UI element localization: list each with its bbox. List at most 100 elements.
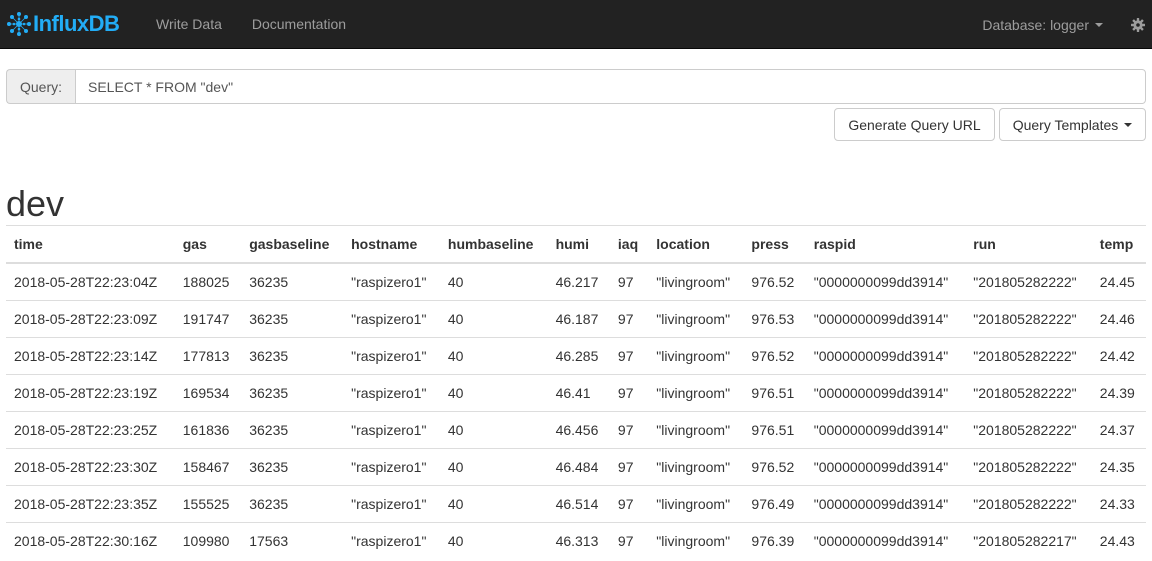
brand-logo[interactable]: InfluxDB [6, 11, 142, 37]
table-cell-iaq: 97 [609, 337, 649, 375]
generate-query-url-label: Generate Query URL [848, 116, 981, 133]
table-cell-temp: 24.45 [1099, 273, 1135, 290]
caret-down-icon [1095, 22, 1103, 27]
table-cell-raspid: "0000000099dd3914" [805, 522, 966, 560]
table-cell-temp: 24.46 [1091, 300, 1146, 338]
table-cell-gas: 158467 [174, 448, 242, 486]
settings-button[interactable] [1131, 17, 1145, 32]
table-cell-time: 2018-05-28T22:30:16Z [6, 522, 175, 560]
table-cell-raspid: "0000000099dd3914" [805, 337, 966, 375]
table-cell-location: "livingroom" [648, 448, 744, 486]
query-templates-label: Query Templates [1012, 116, 1119, 133]
column-header-temp: temp [1091, 225, 1146, 264]
table-cell-gasbaseline: 36235 [241, 411, 344, 449]
table-cell-humi: 46.456 [547, 411, 610, 449]
table-cell-humbaseline: 40 [439, 374, 548, 412]
table-cell-raspid: "0000000099dd3914" [805, 300, 966, 338]
column-header-gasbaseline: gasbaseline [241, 225, 344, 264]
table-cell-iaq: 97 [609, 300, 649, 338]
column-header-humbaseline: humbaseline [439, 225, 548, 264]
brand-name: InfluxDB [33, 11, 120, 37]
caret-down-icon [1124, 122, 1133, 127]
table-row: 2018-05-28T22:23:19Z 169534 36235 "raspizer… [6, 374, 1146, 412]
table-cell-gasbaseline: 36235 [241, 337, 344, 375]
table-cell-run: "201805282222" [965, 411, 1092, 449]
table-cell-run: "201805282222" [973, 273, 1077, 290]
series-title: dev [6, 183, 65, 224]
table-cell-gasbaseline: 36235 [241, 485, 344, 523]
table-cell-gas: 169534 [174, 374, 242, 412]
column-header-time: time [6, 225, 175, 264]
column-header-run: run [965, 225, 1092, 264]
brand-name-part2: DB [88, 11, 120, 36]
column-header-press: press [743, 225, 806, 264]
column-header-gas: gas [174, 225, 242, 264]
table-row: 2018-05-28T22:23:35Z 155525 36235 "raspizer… [6, 485, 1146, 523]
table-cell-time: 2018-05-28T22:23:19Z [6, 374, 175, 412]
query-templates-button[interactable]: Query Templates [999, 108, 1146, 141]
generate-query-url-button[interactable]: Generate Query URL [834, 108, 995, 141]
table-cell-raspid: "0000000099dd3914" [813, 273, 949, 290]
column-header-hostname: hostname [343, 225, 440, 264]
table-cell-hostname: "raspizero1" [343, 300, 440, 338]
table-cell-humi: 46.313 [547, 522, 610, 560]
table-cell-gasbaseline: 36235 [241, 374, 344, 412]
table-cell-gas: 177813 [174, 337, 242, 375]
table-cell-run: "201805282222" [965, 485, 1092, 523]
table-cell-gas: 161836 [174, 411, 242, 449]
navbar-right: Database: logger [982, 0, 1152, 49]
table-cell-gasbaseline: 36235 [241, 448, 344, 486]
column-header-humi: humi [547, 225, 610, 264]
table-cell-iaq: 97 [609, 522, 649, 560]
table-cell-run: "201805282222" [965, 337, 1092, 375]
influxdb-logo-icon [7, 12, 31, 36]
table-body: 2018-05-28T22:23:04Z 188025 36235 "raspizer… [6, 263, 1146, 560]
table-cell-press: 976.52 [751, 273, 795, 290]
query-bar: Query: [6, 69, 1146, 104]
table-cell-temp: 24.33 [1091, 485, 1146, 523]
navbar: InfluxDB Write Data Documentation Databa… [0, 0, 1152, 49]
table-cell-gasbaseline: 17563 [241, 522, 344, 560]
table-cell-humi: 46.217 [555, 273, 599, 290]
table-cell-humi: 46.187 [547, 300, 610, 338]
table-cell-hostname: "raspizero1" [343, 522, 440, 560]
table-cell-run: "201805282222" [965, 448, 1092, 486]
nav-documentation-link[interactable]: Documentation [252, 16, 346, 32]
database-dropdown[interactable]: Database: logger [982, 17, 1103, 33]
table-cell-humbaseline: 40 [439, 411, 548, 449]
table-cell-time: 2018-05-28T22:23:30Z [6, 448, 175, 486]
table-cell-gas: 191747 [174, 300, 242, 338]
query-input[interactable] [75, 69, 1146, 104]
table-row: 2018-05-28T22:23:09Z 191747 36235 "raspizer… [6, 300, 1146, 338]
nav-write-data-link[interactable]: Write Data [156, 16, 222, 32]
table-cell-run: "201805282222" [965, 300, 1092, 338]
column-header-location: location [648, 225, 744, 264]
table-cell-iaq: 97 [609, 485, 649, 523]
table-cell-location: "livingroom" [648, 337, 744, 375]
table-cell-location: "livingroom" [656, 273, 731, 290]
table-cell-time: 2018-05-28T22:23:09Z [6, 300, 175, 338]
table-cell-press: 976.51 [743, 374, 806, 412]
table-cell-gas: 155525 [174, 485, 242, 523]
table-row: 2018-05-28T22:23:04Z 188025 36235 "raspizer… [6, 263, 1146, 301]
table-row: 2018-05-28T22:23:14Z 177813 36235 "raspizer… [6, 337, 1146, 375]
table-cell-humbaseline: 40 [447, 273, 464, 290]
table-cell-hostname: "raspizero1" [351, 273, 427, 290]
table-cell-raspid: "0000000099dd3914" [805, 374, 966, 412]
column-header-iaq: iaq [609, 225, 649, 264]
table-cell-press: 976.39 [743, 522, 806, 560]
table-cell-temp: 24.39 [1091, 374, 1146, 412]
table-cell-iaq: 97 [617, 273, 634, 290]
table-cell-press: 976.49 [743, 485, 806, 523]
table-cell-hostname: "raspizero1" [343, 448, 440, 486]
brand-name-part1: Influx [33, 11, 89, 36]
table-cell-iaq: 97 [609, 374, 649, 412]
column-header-raspid: raspid [805, 225, 966, 264]
table-cell-temp: 24.42 [1091, 337, 1146, 375]
table-cell-time: 2018-05-28T22:23:04Z [14, 273, 158, 290]
table-cell-raspid: "0000000099dd3914" [805, 411, 966, 449]
table-cell-gasbaseline: 36235 [249, 273, 289, 290]
table-header-row: time gas gasbaseline hostname humbaseline hum… [6, 225, 1146, 264]
table-cell-temp: 24.43 [1091, 522, 1146, 560]
table-row: 2018-05-28T22:23:30Z 158467 36235 "raspizer… [6, 448, 1146, 486]
